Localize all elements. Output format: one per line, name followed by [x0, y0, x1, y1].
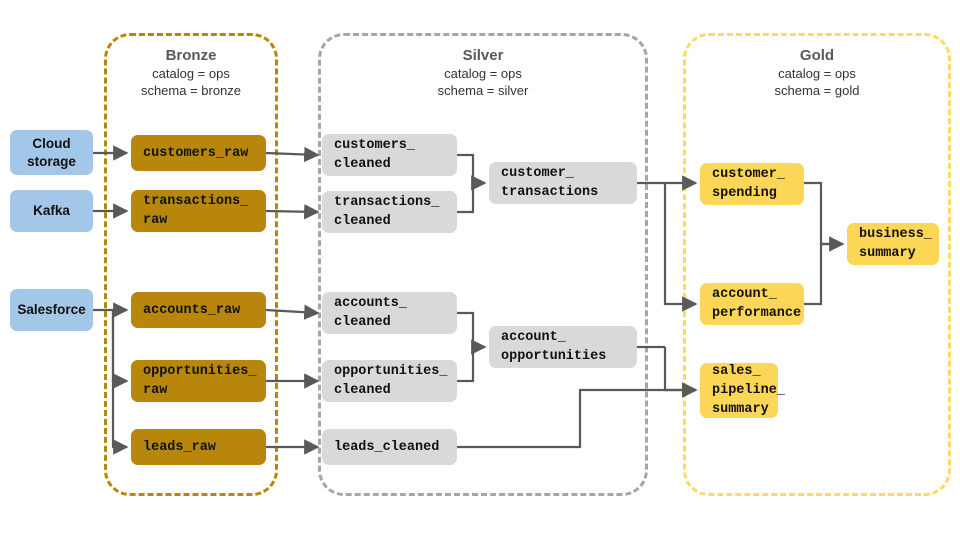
node-label: customers_raw: [143, 145, 249, 161]
node-label: sales_ pipeline_ summary: [712, 364, 785, 417]
lane-bronze: Bronze catalog = ops schema = bronze: [104, 33, 278, 496]
node-label: leads_raw: [143, 439, 216, 455]
node-label: Salesforce: [17, 302, 86, 317]
node-transactions-cleaned[interactable]: transactions_ cleaned: [322, 191, 457, 233]
node-opportunities-raw[interactable]: opportunities_ raw: [131, 360, 266, 402]
node-label: transactions_ raw: [143, 194, 249, 228]
node-label: account_ performance: [712, 287, 802, 321]
lane-gold-title: Gold: [799, 47, 835, 64]
lineage-diagram-canvas: Bronze catalog = ops schema = bronze Sil…: [0, 0, 960, 540]
node-label: leads_cleaned: [334, 439, 440, 455]
lane-silver: Silver catalog = ops schema = silver: [318, 33, 648, 496]
node-label: accounts_ cleaned: [334, 296, 407, 330]
lane-bronze-header: Bronze catalog = ops schema = bronze: [107, 46, 275, 99]
node-label: Cloud storage: [27, 135, 76, 169]
node-account-performance[interactable]: account_ performance: [700, 283, 804, 325]
node-cloud-storage[interactable]: Cloud storage: [10, 130, 93, 175]
lane-silver-header: Silver catalog = ops schema = silver: [321, 46, 645, 99]
node-account-opportunities[interactable]: account_ opportunities: [489, 326, 637, 368]
lane-silver-schema: schema = silver: [437, 83, 529, 98]
node-label: customers_ cleaned: [334, 138, 416, 172]
node-label: accounts_raw: [143, 302, 241, 318]
node-accounts-raw[interactable]: accounts_raw: [131, 292, 266, 328]
node-label: customer_ transactions: [501, 166, 599, 200]
node-kafka[interactable]: Kafka: [10, 190, 93, 232]
node-business-summary[interactable]: business_ summary: [847, 223, 939, 265]
lane-bronze-title: Bronze: [165, 47, 217, 64]
node-transactions-raw[interactable]: transactions_ raw: [131, 190, 266, 232]
node-label: account_ opportunities: [501, 330, 607, 364]
lane-gold-catalog: catalog = ops: [778, 66, 856, 81]
lane-gold-header: Gold catalog = ops schema = gold: [686, 46, 948, 99]
node-label: business_ summary: [859, 227, 932, 261]
node-leads-raw[interactable]: leads_raw: [131, 429, 266, 465]
lane-gold-schema: schema = gold: [774, 83, 860, 98]
node-leads-cleaned[interactable]: leads_cleaned: [322, 429, 457, 465]
node-customers-cleaned[interactable]: customers_ cleaned: [322, 134, 457, 176]
lane-silver-catalog: catalog = ops: [444, 66, 522, 81]
lane-bronze-schema: schema = bronze: [140, 83, 242, 98]
node-label: customer_ spending: [712, 167, 785, 201]
node-customer-spending[interactable]: customer_ spending: [700, 163, 804, 205]
node-label: opportunities_ cleaned: [334, 364, 448, 398]
node-salesforce[interactable]: Salesforce: [10, 289, 93, 331]
node-customers-raw[interactable]: customers_raw: [131, 135, 266, 171]
node-opportunities-cleaned[interactable]: opportunities_ cleaned: [322, 360, 457, 402]
node-sales-pipeline-summary[interactable]: sales_ pipeline_ summary: [700, 363, 785, 418]
node-label: opportunities_ raw: [143, 364, 257, 398]
node-accounts-cleaned[interactable]: accounts_ cleaned: [322, 292, 457, 334]
lane-bronze-catalog: catalog = ops: [152, 66, 230, 81]
node-label: transactions_ cleaned: [334, 195, 440, 229]
node-label: Kafka: [33, 203, 70, 218]
lane-silver-title: Silver: [462, 47, 504, 64]
node-customer-transactions[interactable]: customer_ transactions: [489, 162, 637, 204]
